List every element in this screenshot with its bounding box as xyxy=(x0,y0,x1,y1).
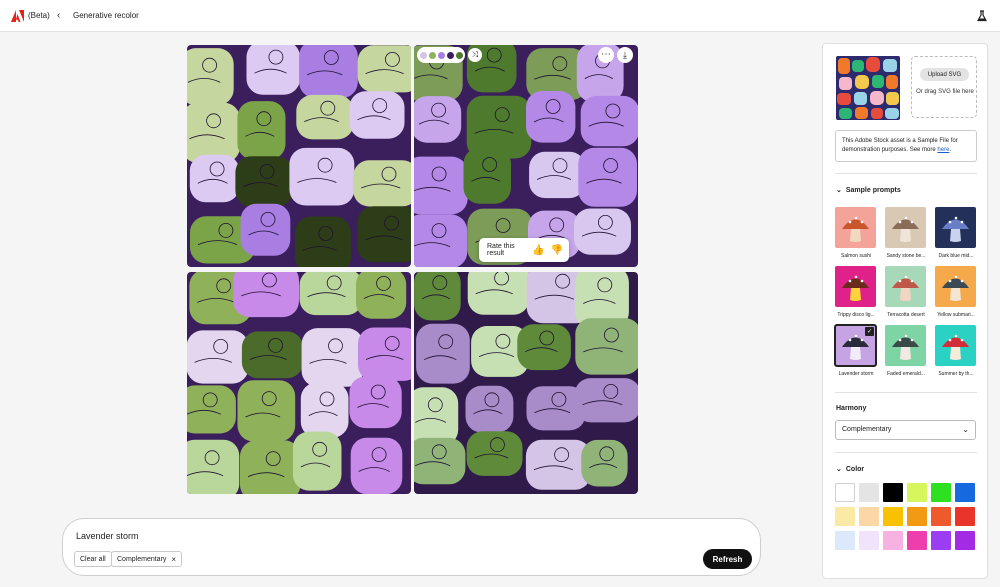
mushroom-thumbnail xyxy=(892,334,919,360)
rate-result-label: Rate this result xyxy=(487,243,515,257)
harmony-select[interactable]: Complementary ⌄ xyxy=(835,420,976,440)
sample-prompt-label: Faded emerald... xyxy=(887,371,925,377)
color-swatch[interactable] xyxy=(835,507,855,526)
checkmark-icon: ✓ xyxy=(865,327,874,336)
clear-all-label: Clear all xyxy=(80,555,106,563)
refresh-button[interactable]: Refresh xyxy=(703,549,752,569)
harmony-chip-label: Complementary xyxy=(117,555,167,563)
more-options-icon[interactable]: ⋯ xyxy=(598,47,614,63)
sample-prompt-card[interactable] xyxy=(935,266,976,307)
color-swatch[interactable] xyxy=(859,531,879,550)
mushroom-thumbnail xyxy=(942,216,969,242)
sample-prompt-card[interactable] xyxy=(885,207,926,248)
notice-end: . xyxy=(949,147,952,153)
color-swatch[interactable] xyxy=(907,507,927,526)
sample-prompts-title: Sample prompts xyxy=(845,187,901,194)
color-swatch[interactable] xyxy=(835,531,855,550)
mushroom-thumbnail xyxy=(942,275,969,301)
color-swatch[interactable] xyxy=(859,483,879,502)
color-swatch[interactable] xyxy=(883,531,903,550)
result-tile-3[interactable] xyxy=(187,272,411,494)
back-chevron-icon[interactable]: ‹ xyxy=(57,10,60,21)
color-title: Color xyxy=(845,466,865,473)
sample-prompt-card[interactable]: ✓ xyxy=(834,324,877,367)
harmony-chip[interactable]: Complementary × xyxy=(111,551,183,567)
color-swatch[interactable] xyxy=(931,507,951,526)
thumbs-up-icon[interactable]: 👍 xyxy=(532,245,544,256)
color-swatch[interactable] xyxy=(907,531,927,550)
sample-prompt-card[interactable] xyxy=(885,325,926,366)
palette-dot xyxy=(455,51,463,59)
chevron-down-icon: ⌄ xyxy=(836,466,842,473)
sample-prompt-label: Summer by th... xyxy=(938,371,974,377)
color-swatch[interactable] xyxy=(859,507,879,526)
divider xyxy=(835,452,977,453)
harmony-title: Harmony xyxy=(836,405,867,412)
color-swatch[interactable] xyxy=(835,483,855,502)
color-swatch[interactable] xyxy=(955,531,975,550)
mushroom-thumbnail xyxy=(892,216,919,242)
color-swatch[interactable] xyxy=(883,507,903,526)
harmony-select-value: Complementary xyxy=(842,426,892,433)
sample-prompt-label: Yellow submari... xyxy=(937,312,975,318)
color-swatch[interactable] xyxy=(955,483,975,502)
color-swatch[interactable] xyxy=(883,483,903,502)
source-thumbnail[interactable] xyxy=(836,56,900,120)
palette-dot xyxy=(437,51,445,59)
color-swatch[interactable] xyxy=(931,483,951,502)
palette-dot xyxy=(446,51,454,59)
adobe-logo-icon[interactable] xyxy=(11,10,24,22)
notice-link[interactable]: here xyxy=(937,147,949,153)
download-icon[interactable]: ⤓ xyxy=(617,47,633,63)
top-bar: (Beta) ‹ Generative recolor xyxy=(0,0,1000,32)
clear-all-button[interactable]: Clear all xyxy=(74,551,112,567)
upload-hint: Or drag SVG file here xyxy=(916,89,974,95)
divider xyxy=(835,173,977,174)
mushroom-thumbnail xyxy=(842,216,869,242)
color-swatch[interactable] xyxy=(907,483,927,502)
mushroom-thumbnail xyxy=(842,275,869,301)
sample-prompt-card[interactable] xyxy=(835,207,876,248)
prompt-box[interactable]: Lavender storm Clear all Complementary ×… xyxy=(62,518,761,576)
shuffle-icon[interactable]: ⤨ xyxy=(468,48,482,62)
chevron-down-icon: ⌄ xyxy=(962,425,969,434)
beta-label: (Beta) xyxy=(28,11,50,20)
chip-close-icon[interactable]: × xyxy=(171,555,176,564)
result-tile-4[interactable] xyxy=(414,272,638,494)
palette-dot xyxy=(428,51,436,59)
color-header[interactable]: ⌄ Color xyxy=(836,465,864,473)
sample-prompt-card[interactable] xyxy=(935,207,976,248)
sample-prompt-label: Lavender storm xyxy=(838,371,874,377)
palette-dot xyxy=(419,51,427,59)
sample-prompt-label: Terracotta desert xyxy=(887,312,925,318)
page-title: Generative recolor xyxy=(73,11,139,20)
sample-prompt-label: Trippy disco lig... xyxy=(837,312,875,318)
sample-file-notice: This Adobe Stock asset is a Sample File … xyxy=(835,130,977,162)
thumbs-down-icon[interactable]: 👎 xyxy=(551,245,563,256)
sample-prompt-label: Dark blue mid... xyxy=(938,253,974,259)
color-swatch[interactable] xyxy=(955,507,975,526)
prompt-input[interactable]: Lavender storm xyxy=(76,531,139,541)
color-swatch[interactable] xyxy=(931,531,951,550)
sample-prompt-label: Salmon sushi xyxy=(840,253,871,259)
palette-preview[interactable] xyxy=(417,47,465,63)
settings-panel: Upload SVG Or drag SVG file here This Ad… xyxy=(822,43,988,579)
result-tile-2[interactable] xyxy=(414,45,638,267)
flask-icon[interactable] xyxy=(976,10,988,22)
result-tile-1[interactable] xyxy=(187,45,411,267)
sample-prompt-card[interactable] xyxy=(885,266,926,307)
sample-prompts-header[interactable]: ⌄ Sample prompts xyxy=(836,186,901,194)
mushroom-thumbnail xyxy=(892,275,919,301)
sample-prompt-label: Sandy stone be... xyxy=(886,253,926,259)
rate-result-popover: Rate this result 👍 👎 xyxy=(479,238,569,262)
chevron-down-icon: ⌄ xyxy=(836,187,842,194)
svg-drop-zone[interactable]: Upload SVG Or drag SVG file here xyxy=(911,56,977,118)
upload-svg-button[interactable]: Upload SVG xyxy=(920,68,969,81)
sample-prompt-card[interactable] xyxy=(935,325,976,366)
divider xyxy=(835,392,977,393)
sample-prompt-card[interactable] xyxy=(835,266,876,307)
mushroom-thumbnail xyxy=(942,334,969,360)
